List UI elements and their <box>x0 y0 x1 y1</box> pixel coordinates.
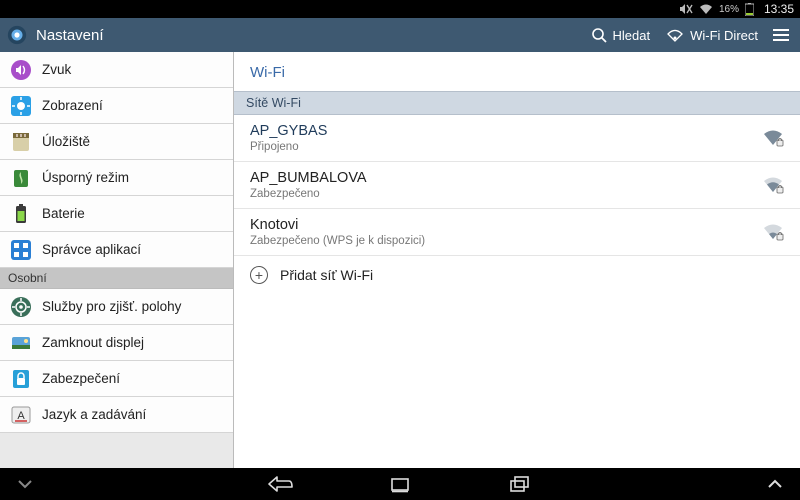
display-icon <box>10 95 32 117</box>
page-title: Nastavení <box>36 27 104 44</box>
main-title: Wi-Fi <box>234 52 800 91</box>
sidebar-item-label: Jazyk a zadávání <box>42 407 146 422</box>
wifi-status: Zabezpečeno (WPS je k dispozici) <box>250 235 750 247</box>
wifi-network-row[interactable]: AP_GYBAS Připojeno <box>234 115 800 162</box>
nav-bar <box>0 468 800 500</box>
sidebar-item-label: Baterie <box>42 206 85 221</box>
sidebar-item-battery[interactable]: Baterie <box>0 196 233 232</box>
menu-icon <box>772 28 790 42</box>
main-panel: Wi-Fi Sítě Wi-Fi AP_GYBAS Připojeno AP_B… <box>234 52 800 468</box>
wifi-direct-label: Wi-Fi Direct <box>690 28 758 43</box>
wifi-ssid: AP_BUMBALOVA <box>250 170 750 186</box>
apps-icon <box>10 239 32 261</box>
svg-text:A: A <box>17 410 25 422</box>
wifi-direct-button[interactable]: Wi-Fi Direct <box>666 28 758 43</box>
wifi-status: Zabezpečeno <box>250 188 750 200</box>
wifi-network-row[interactable]: Knotovi Zabezpečeno (WPS je k dispozici) <box>234 209 800 256</box>
sidebar-item-label: Zabezpečení <box>42 371 120 386</box>
settings-icon <box>6 24 28 46</box>
wifi-status-icon <box>699 3 713 15</box>
wifi-section-header: Sítě Wi-Fi <box>234 91 800 115</box>
sidebar-item-label: Zamknout displej <box>42 335 144 350</box>
sidebar: Zvuk Zobrazení Úložiště Úsporný režim Ba… <box>0 52 234 468</box>
wifi-ssid: Knotovi <box>250 217 750 233</box>
wifi-ssid: AP_GYBAS <box>250 123 750 139</box>
clock: 13:35 <box>764 2 794 16</box>
sidebar-item-language[interactable]: A Jazyk a zadávání <box>0 397 233 433</box>
sidebar-item-power[interactable]: Úsporný režim <box>0 160 233 196</box>
wifi-signal-icon <box>762 176 784 194</box>
sidebar-item-label: Zobrazení <box>42 98 103 113</box>
language-icon: A <box>10 404 32 426</box>
sidebar-item-label: Služby pro zjišť. polohy <box>42 299 181 314</box>
battery-percent: 16% <box>719 4 739 15</box>
nav-back-button[interactable] <box>265 473 295 495</box>
sidebar-item-lock[interactable]: Zamknout displej <box>0 325 233 361</box>
wifi-signal-icon <box>762 223 784 241</box>
battery-icon <box>745 3 754 16</box>
nav-expand-button[interactable] <box>760 473 790 495</box>
status-bar: 16% 13:35 <box>0 0 800 18</box>
sidebar-item-label: Úložiště <box>42 134 90 149</box>
menu-button[interactable] <box>772 28 790 42</box>
add-wifi-label: Přidat síť Wi-Fi <box>280 267 373 283</box>
lock-screen-icon <box>10 332 32 354</box>
location-icon <box>10 296 32 318</box>
sidebar-section-personal: Osobní <box>0 268 233 289</box>
sidebar-item-storage[interactable]: Úložiště <box>0 124 233 160</box>
sidebar-item-apps[interactable]: Správce aplikací <box>0 232 233 268</box>
sidebar-item-label: Zvuk <box>42 62 71 77</box>
sidebar-item-location[interactable]: Služby pro zjišť. polohy <box>0 289 233 325</box>
search-button[interactable]: Hledat <box>591 27 651 43</box>
mute-icon <box>679 3 693 15</box>
wifi-status: Připojeno <box>250 141 750 153</box>
wifi-signal-icon <box>762 129 784 147</box>
add-wifi-button[interactable]: + Přidat síť Wi-Fi <box>234 256 800 294</box>
search-label: Hledat <box>613 28 651 43</box>
plus-icon: + <box>250 266 268 284</box>
power-saving-icon <box>10 167 32 189</box>
action-bar: Nastavení Hledat Wi-Fi Direct <box>0 18 800 52</box>
security-icon <box>10 368 32 390</box>
search-icon <box>591 27 607 43</box>
storage-icon <box>10 131 32 153</box>
sidebar-item-display[interactable]: Zobrazení <box>0 88 233 124</box>
sidebar-item-security[interactable]: Zabezpečení <box>0 361 233 397</box>
battery-icon <box>10 203 32 225</box>
sound-icon <box>10 59 32 81</box>
nav-recent-button[interactable] <box>505 473 535 495</box>
sidebar-item-label: Úsporný režim <box>42 170 129 185</box>
sidebar-item-label: Správce aplikací <box>42 242 141 257</box>
wifi-network-row[interactable]: AP_BUMBALOVA Zabezpečeno <box>234 162 800 209</box>
nav-hide-button[interactable] <box>10 473 40 495</box>
sidebar-item-sound[interactable]: Zvuk <box>0 52 233 88</box>
nav-home-button[interactable] <box>385 473 415 495</box>
wifi-direct-icon <box>666 28 684 42</box>
